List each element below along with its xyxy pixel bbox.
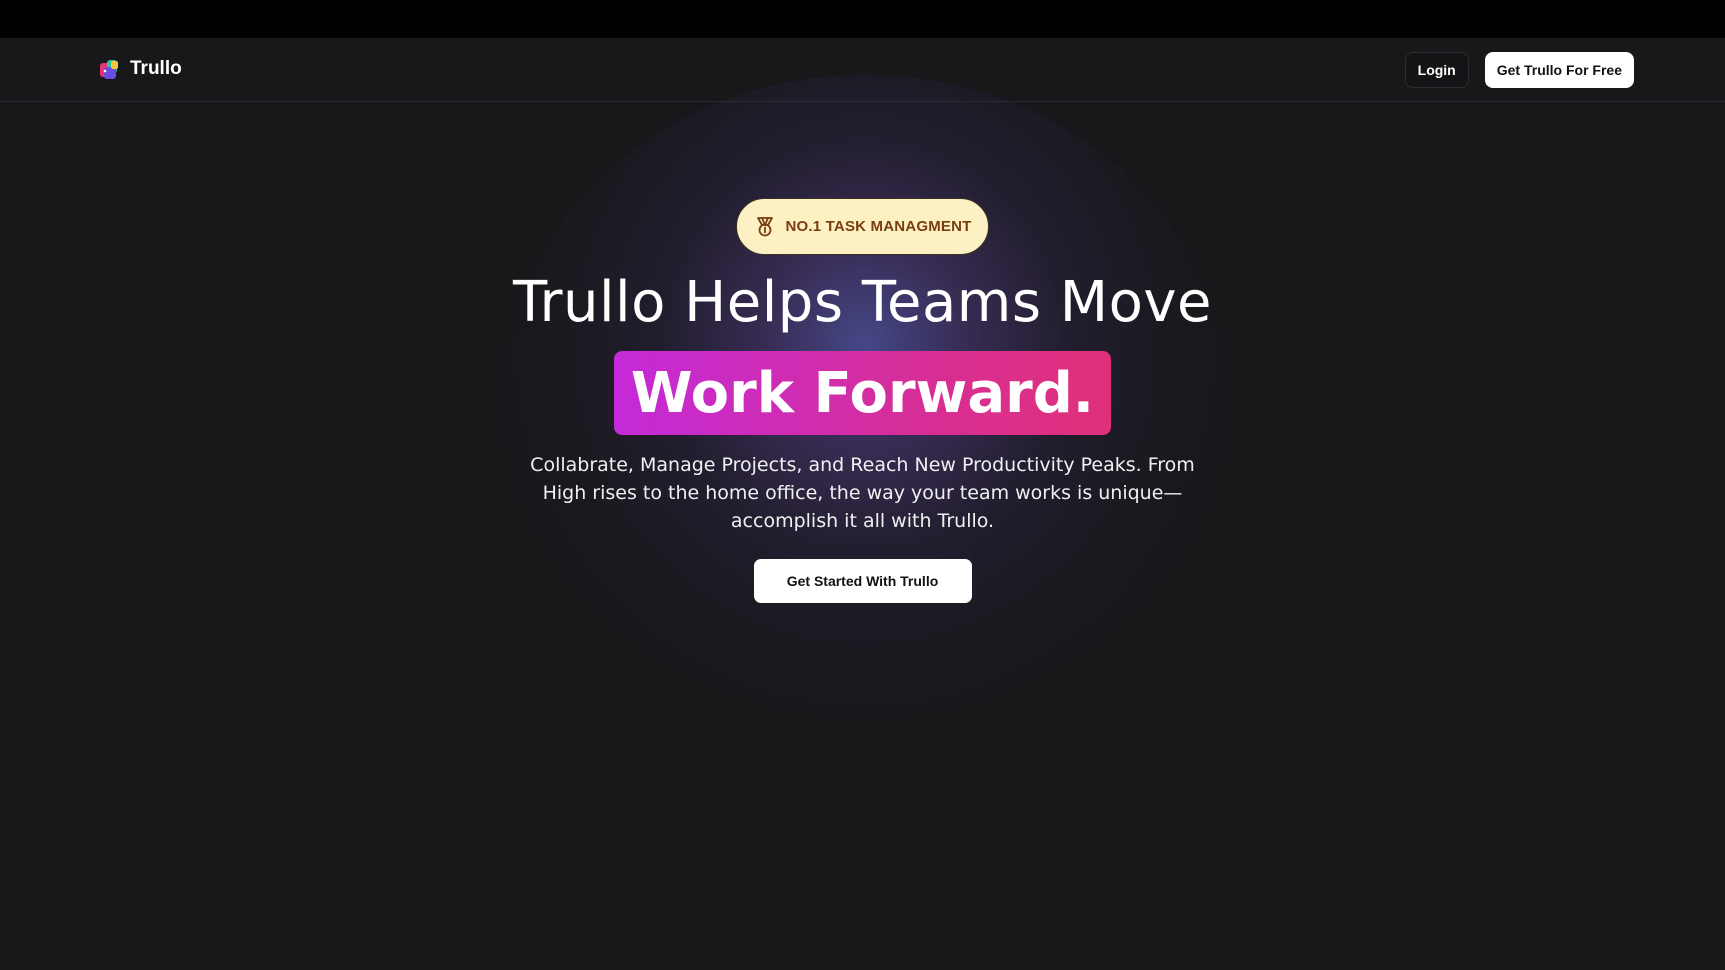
- hero-highlight: Work Forward.: [613, 351, 1112, 435]
- brand[interactable]: Trullo: [98, 57, 182, 81]
- get-trullo-free-button[interactable]: Get Trullo For Free: [1484, 52, 1634, 88]
- trullo-logo-icon: [100, 60, 118, 79]
- hero-badge: NO.1 TASK MANAGMENT: [736, 198, 989, 255]
- get-started-button[interactable]: Get Started With Trullo: [753, 559, 972, 603]
- browser-top-strip: [0, 0, 1725, 38]
- medal-icon: [757, 216, 774, 236]
- nav-actions: Login Get Trullo For Free: [1404, 52, 1634, 88]
- brand-name: Trullo: [130, 58, 182, 79]
- hero-headline: Trullo Helps Teams Move: [513, 270, 1212, 335]
- login-button[interactable]: Login: [1404, 52, 1469, 88]
- hero-section: NO.1 TASK MANAGMENT Trullo Helps Teams M…: [0, 198, 1725, 603]
- hero-subtitle: Collabrate, Manage Projects, and Reach N…: [530, 454, 1195, 532]
- hero-highlight-text: Work Forward.: [630, 360, 1095, 426]
- badge-text: NO.1 TASK MANAGMENT: [785, 218, 972, 235]
